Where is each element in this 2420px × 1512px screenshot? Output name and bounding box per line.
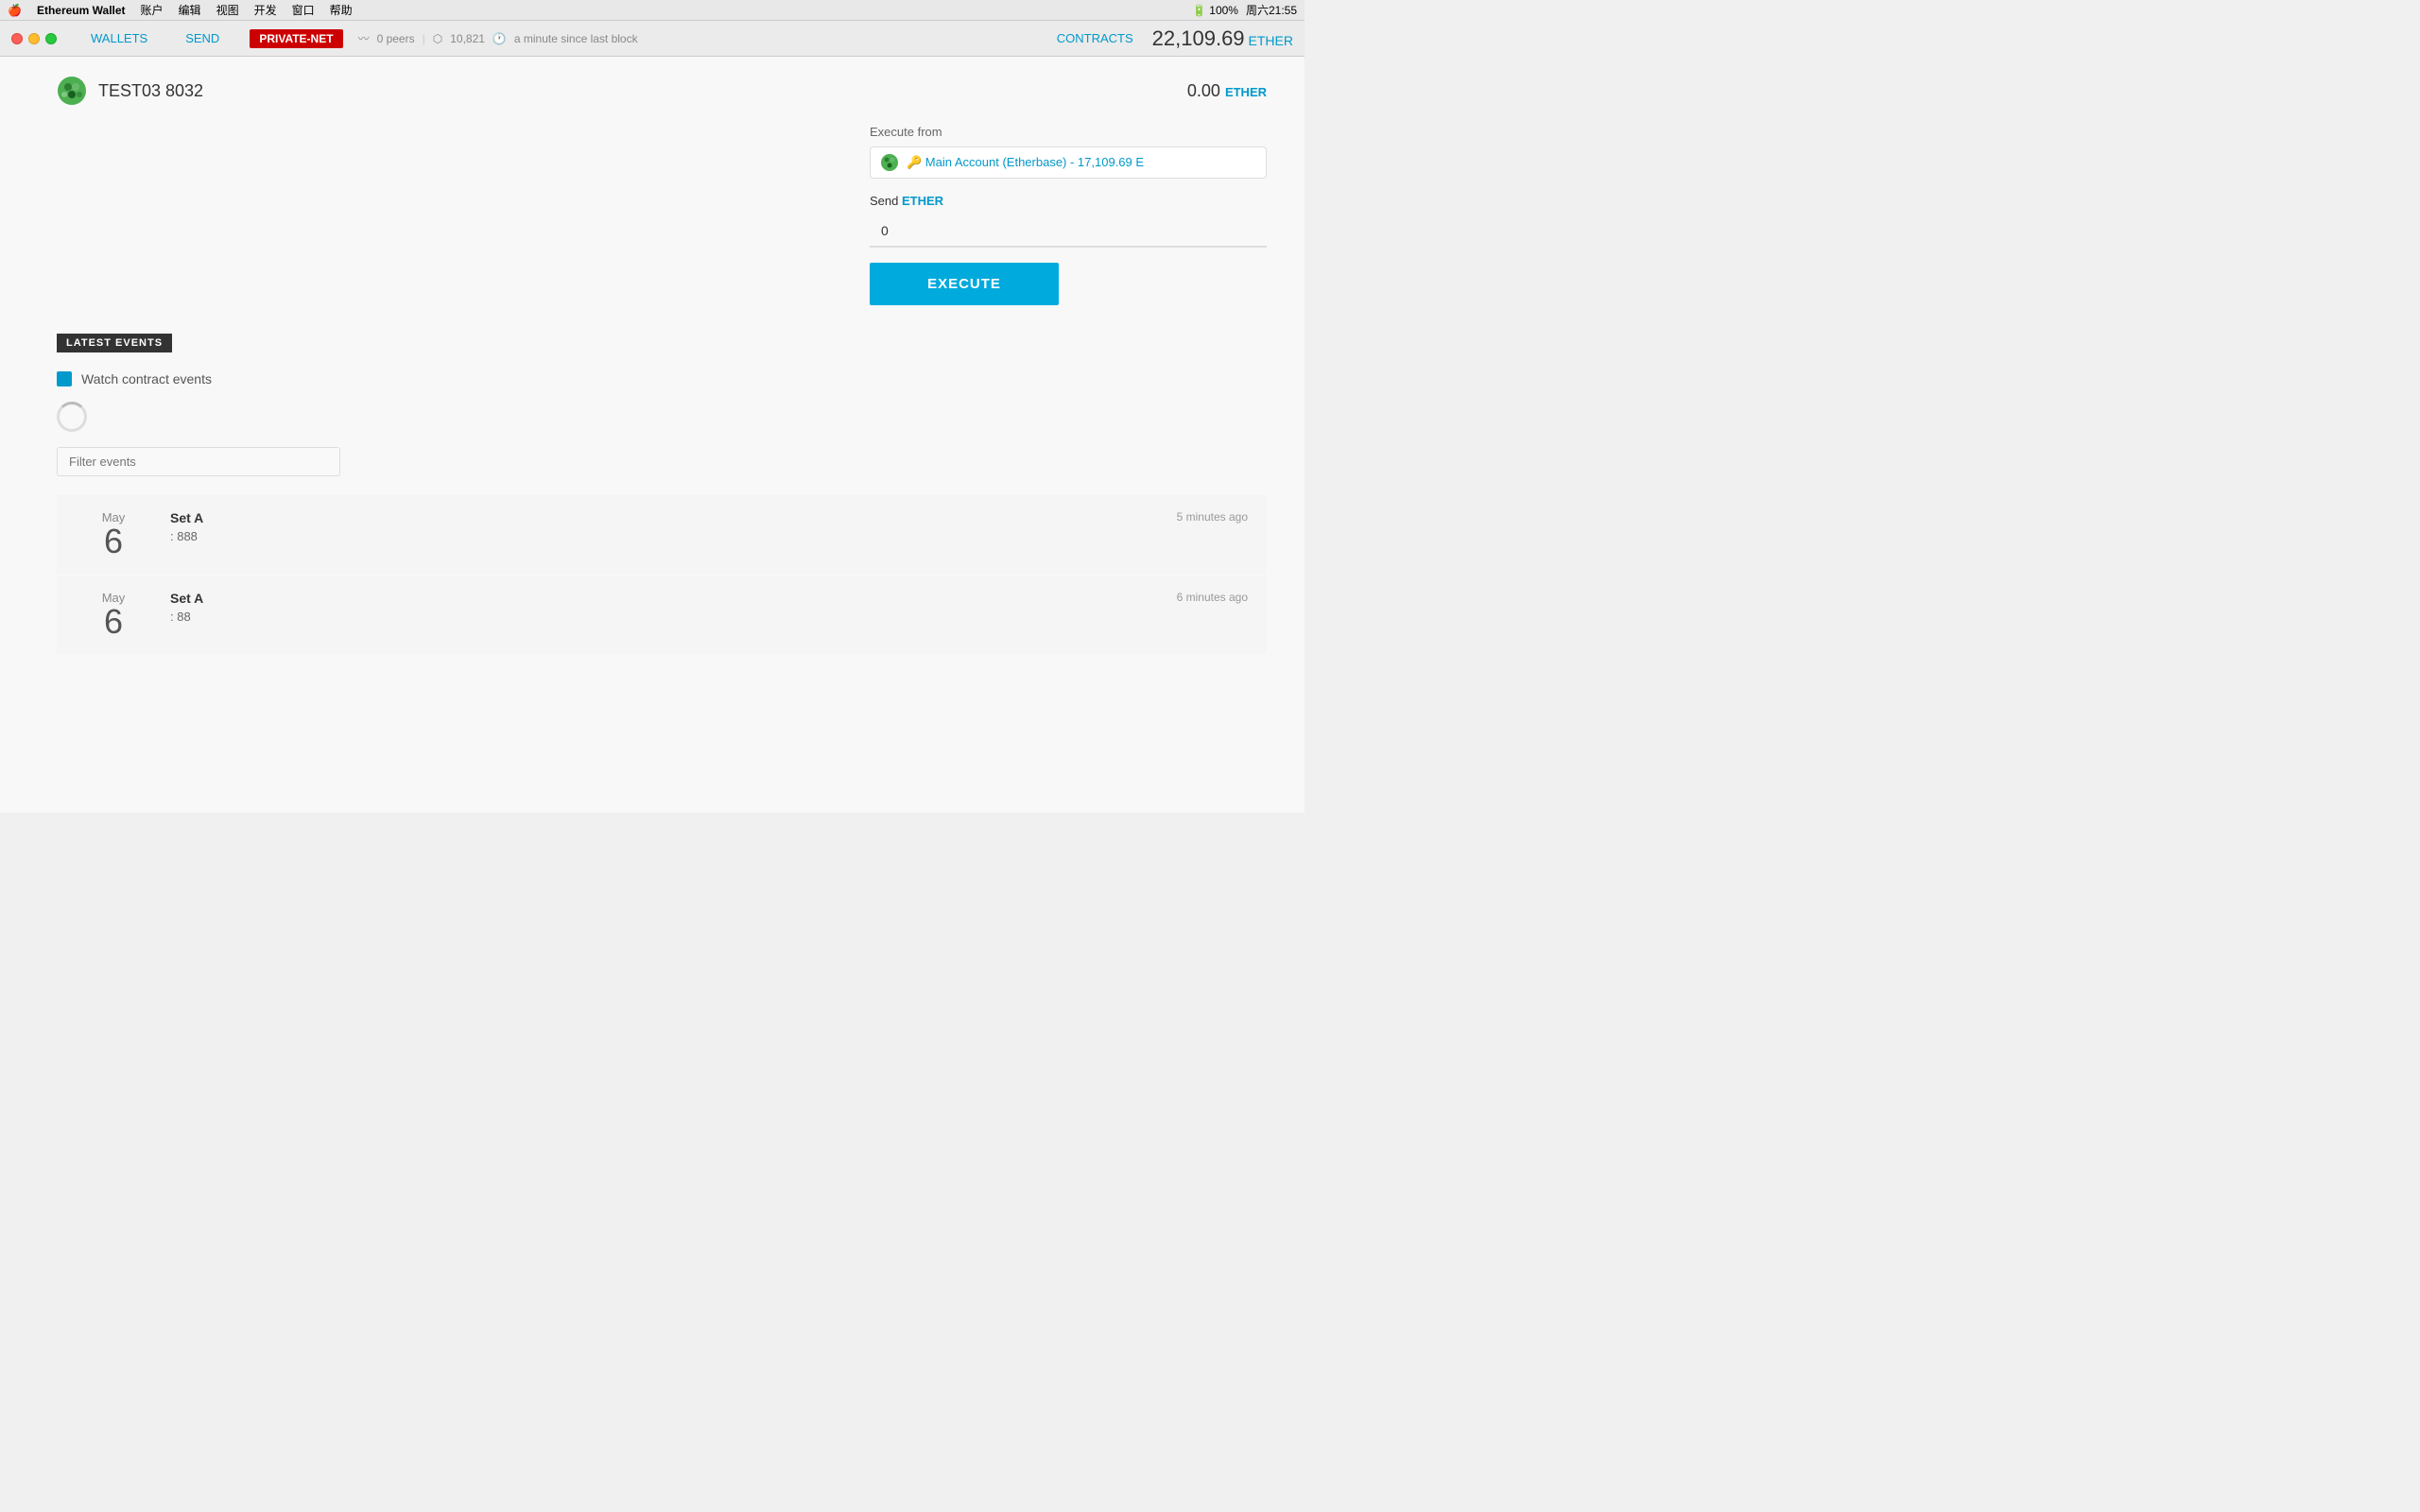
event-item-1: May 6 Set A : 88 6 minutes ago — [57, 576, 1267, 654]
peers-icon: 〰 — [358, 30, 370, 46]
right-col: Execute from 🔑 Main Account (Etherbase) … — [870, 125, 1267, 305]
last-block-time: a minute since last block — [514, 32, 638, 45]
app-name: Ethereum Wallet — [37, 4, 126, 17]
execute-from-label: Execute from — [870, 125, 1267, 139]
battery-status: 🔋 100% — [1192, 4, 1238, 17]
event-value-0: : 888 — [170, 529, 1177, 543]
event-date-0: May 6 — [76, 510, 151, 558]
account-header: TEST03 8032 0.00 ETHER — [57, 76, 1267, 106]
menu-window[interactable]: 窗口 — [292, 2, 315, 18]
account-avatar — [57, 76, 87, 106]
menu-dev[interactable]: 开发 — [254, 2, 277, 18]
peers-count: 0 peers — [377, 32, 415, 45]
left-col — [57, 125, 813, 305]
contracts-tab[interactable]: CONTRACTS — [1057, 31, 1133, 45]
events-list: May 6 Set A : 888 5 minutes ago May 6 — [57, 495, 1267, 654]
clock-icon: 🕐 — [493, 32, 507, 45]
watch-events-label: Watch contract events — [81, 371, 212, 387]
menu-view[interactable]: 视图 — [216, 2, 239, 18]
event-item-0: May 6 Set A : 888 5 minutes ago — [57, 495, 1267, 574]
send-ether-label: Send ETHER — [870, 194, 1267, 208]
macos-menubar: 🍎 Ethereum Wallet 账户 编辑 视图 开发 窗口 帮助 🔋 10… — [0, 0, 1305, 21]
block-icon: ⬡ — [433, 32, 442, 45]
main-content: TEST03 8032 0.00 ETHER Execute from — [0, 57, 1305, 813]
event-time-1: 6 minutes ago — [1177, 591, 1248, 604]
account-name: TEST03 8032 — [98, 81, 203, 101]
clock: 周六21:55 — [1246, 2, 1297, 18]
event-name-0: Set A — [170, 510, 1177, 525]
event-day-1: 6 — [76, 605, 151, 639]
two-col-layout: Execute from 🔑 Main Account (Etherbase) … — [57, 125, 1267, 305]
event-value-1: : 88 — [170, 610, 1177, 624]
private-net-badge: PRIVATE-NET — [250, 29, 342, 48]
total-balance: 22,109.69ETHER — [1152, 26, 1293, 51]
nav-tabs: WALLETS SEND PRIVATE-NET 〰 0 peers | ⬡ 1… — [72, 21, 1057, 57]
main-window: WALLETS SEND PRIVATE-NET 〰 0 peers | ⬡ 1… — [0, 21, 1305, 813]
event-name-1: Set A — [170, 591, 1177, 606]
account-info: TEST03 8032 — [57, 76, 203, 106]
minimize-button[interactable] — [28, 33, 40, 44]
event-time-0: 5 minutes ago — [1177, 510, 1248, 524]
apple-menu[interactable]: 🍎 — [8, 4, 22, 17]
latest-events-section: LATEST EVENTS Watch contract events May … — [57, 334, 1267, 656]
send-tab[interactable]: SEND — [166, 21, 238, 57]
watch-events-row: Watch contract events — [57, 371, 1267, 387]
latest-events-header: LATEST EVENTS — [57, 334, 172, 352]
menubar-right: 🔋 100% 周六21:55 — [1192, 2, 1297, 18]
traffic-lights — [11, 33, 57, 44]
event-date-1: May 6 — [76, 591, 151, 639]
execute-from-avatar — [880, 153, 899, 172]
menu-edit[interactable]: 编辑 — [179, 2, 201, 18]
execute-from-selector[interactable]: 🔑 Main Account (Etherbase) - 17,109.69 E — [870, 146, 1267, 179]
execute-button[interactable]: EXECUTE — [870, 263, 1059, 305]
wallets-tab[interactable]: WALLETS — [72, 21, 166, 57]
menu-items: 账户 编辑 视图 开发 窗口 帮助 — [141, 2, 353, 18]
account-balance: 0.00 ETHER — [1187, 81, 1267, 100]
nav-right: CONTRACTS 22,109.69ETHER — [1057, 26, 1293, 51]
filter-events-input[interactable] — [57, 447, 340, 476]
title-bar: WALLETS SEND PRIVATE-NET 〰 0 peers | ⬡ 1… — [0, 21, 1305, 57]
menu-account[interactable]: 账户 — [141, 2, 164, 18]
watch-events-checkbox[interactable] — [57, 371, 72, 387]
execute-from-account-name: 🔑 Main Account (Etherbase) - 17,109.69 E — [907, 155, 1144, 170]
event-details-1: Set A : 88 — [151, 591, 1177, 624]
menu-help[interactable]: 帮助 — [330, 2, 353, 18]
maximize-button[interactable] — [45, 33, 57, 44]
status-bar: 〰 0 peers | ⬡ 10,821 🕐 a minute since la… — [358, 30, 638, 46]
close-button[interactable] — [11, 33, 23, 44]
send-ether-input[interactable] — [870, 215, 1267, 248]
event-details-0: Set A : 888 — [151, 510, 1177, 543]
account-balance-display: 0.00 ETHER — [1187, 81, 1267, 101]
event-day-0: 6 — [76, 524, 151, 558]
block-number: 10,821 — [450, 32, 485, 45]
loading-spinner — [57, 402, 87, 432]
